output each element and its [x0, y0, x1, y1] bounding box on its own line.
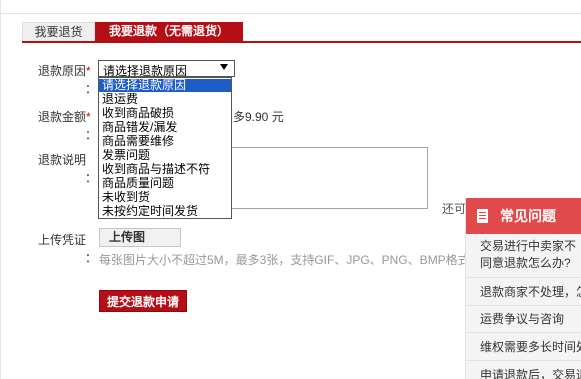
page-left-rule [0, 0, 1, 379]
max-amount-text: 多9.90 元 [233, 110, 284, 124]
amount-label-text: 退款金额 [38, 110, 87, 124]
submit-refund-button[interactable]: 提交退款申请 [99, 290, 187, 312]
remaining-chars-text: 还可 [442, 202, 467, 216]
upload-hint: 每张图片大小不超过5M，最多3张，支持GIF、JPG、PNG、BMP格式 [99, 253, 470, 267]
description-colon: ： [85, 171, 98, 185]
upload-label: 上传凭证 [38, 233, 87, 247]
reason-label-text: 退款原因 [38, 64, 87, 78]
faq-panel: 常见问题 交易进行中卖家不同意退款怎么办? 退款商家不处理，怎么办 运费争议与咨… [465, 198, 581, 379]
required-mark: * [86, 64, 91, 78]
reason-colon: ： [85, 82, 98, 96]
tab-return-goods[interactable]: 我要退货 [22, 22, 95, 41]
reason-option[interactable]: 发票问题 [99, 149, 231, 162]
required-mark: * [86, 110, 91, 124]
faq-item[interactable]: 维权需要多长时间处理 [466, 333, 581, 361]
faq-item[interactable]: 申请退款后，交易退款 [466, 361, 581, 379]
reason-option[interactable]: 商品需要维修 [99, 135, 231, 148]
reason-option[interactable]: 请选择退款原因 [99, 79, 231, 92]
faq-header: 常见问题 [466, 198, 581, 234]
reason-select[interactable]: 请选择退款原因 [98, 60, 235, 78]
faq-item[interactable]: 运费争议与咨询 [466, 306, 581, 333]
upload-colon: ： [85, 251, 98, 265]
tab-refund-only[interactable]: 我要退款（无需退货） [95, 22, 243, 41]
page-top-rule [0, 0, 581, 14]
reason-option[interactable]: 退运费 [99, 93, 231, 106]
faq-item-text: 交易进行中卖家不同意退款怎么办? [480, 239, 577, 270]
reason-dropdown-list: 请选择退款原因 退运费 收到商品破损 商品错发/漏发 商品需要维修 发票问题 收… [98, 77, 232, 219]
upload-image-button[interactable]: 上传图 [99, 228, 181, 247]
amount-label: 退款金额* [38, 108, 91, 125]
description-label: 退款说明 [38, 153, 87, 167]
reason-label: 退款原因* [38, 62, 91, 79]
reason-option[interactable]: 商品错发/漏发 [99, 121, 231, 134]
reason-option[interactable]: 收到商品与描述不符 [99, 163, 231, 176]
reason-option[interactable]: 收到商品破损 [99, 107, 231, 120]
document-icon [477, 209, 488, 223]
faq-title: 常见问题 [500, 208, 556, 224]
faq-item[interactable]: 交易进行中卖家不同意退款怎么办? [466, 236, 581, 278]
tab-bar: 我要退货 我要退款（无需退货） [22, 22, 581, 43]
amount-colon: ： [85, 128, 98, 142]
faq-item[interactable]: 退款商家不处理，怎么办 [466, 278, 581, 306]
description-textarea[interactable] [232, 147, 428, 209]
reason-option[interactable]: 未收到货 [99, 191, 231, 204]
chevron-down-icon [220, 64, 228, 70]
reason-option[interactable]: 未按约定时间发货 [99, 205, 231, 218]
reason-option[interactable]: 商品质量问题 [99, 177, 231, 190]
